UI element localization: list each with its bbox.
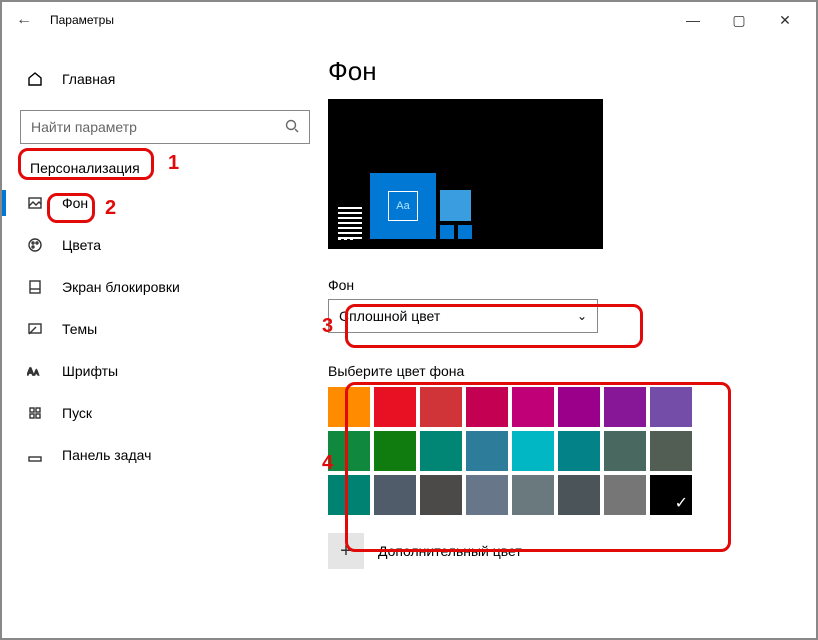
- color-swatch[interactable]: [650, 475, 692, 515]
- nav-icon: AA: [26, 363, 44, 379]
- back-button[interactable]: ←: [16, 11, 32, 29]
- svg-text:A: A: [27, 367, 34, 378]
- nav-label: Пуск: [62, 405, 92, 421]
- svg-text:A: A: [34, 370, 39, 377]
- add-custom-color-label: Дополнительный цвет: [378, 543, 522, 559]
- search-input[interactable]: Найти параметр: [20, 110, 310, 144]
- nav-label: Темы: [62, 321, 97, 337]
- background-dropdown-value: Сплошной цвет: [339, 308, 440, 324]
- color-swatch[interactable]: [650, 387, 692, 427]
- window-title: Параметры: [50, 13, 114, 27]
- nav-icon: [26, 279, 44, 295]
- home-icon: [26, 71, 44, 87]
- sidebar-category: Персонализация: [20, 154, 310, 182]
- sidebar-home-label: Главная: [62, 71, 115, 87]
- sidebar-nav: Фон Цвета Экран блокировки Темы AA Шрифты Пуск…: [2, 182, 328, 476]
- color-swatch[interactable]: [604, 431, 646, 471]
- nav-label: Панель задач: [62, 447, 151, 463]
- color-swatch[interactable]: [328, 431, 370, 471]
- color-swatch[interactable]: [604, 387, 646, 427]
- annotation-num-4: 4: [322, 452, 333, 475]
- sidebar-item-5[interactable]: Пуск: [2, 392, 328, 434]
- color-swatch[interactable]: [604, 475, 646, 515]
- page-title: Фон: [328, 56, 816, 87]
- sidebar-item-6[interactable]: Панель задач: [2, 434, 328, 476]
- search-placeholder: Найти параметр: [31, 119, 137, 135]
- nav-icon: [26, 405, 44, 421]
- sidebar-item-2[interactable]: Экран блокировки: [2, 266, 328, 308]
- background-dropdown-label: Фон: [328, 277, 816, 293]
- add-custom-color-button[interactable]: +: [328, 533, 364, 569]
- color-swatch[interactable]: [374, 387, 416, 427]
- sidebar-item-1[interactable]: Цвета: [2, 224, 328, 266]
- background-preview: Aa: [328, 99, 603, 249]
- color-swatch[interactable]: [420, 387, 462, 427]
- close-button[interactable]: ✕: [762, 5, 808, 35]
- nav-label: Фон: [62, 195, 88, 211]
- nav-icon: [26, 237, 44, 253]
- sidebar: Главная Найти параметр Персонализация Фо…: [2, 38, 328, 638]
- color-swatch[interactable]: [512, 387, 554, 427]
- color-swatch[interactable]: [512, 431, 554, 471]
- nav-label: Экран блокировки: [62, 279, 180, 295]
- titlebar: ← Параметры — ▢ ✕: [2, 2, 816, 38]
- content-pane: Фон Aa Фон Сплошной цвет ⌄: [328, 38, 816, 638]
- color-swatch[interactable]: [512, 475, 554, 515]
- color-swatch[interactable]: [420, 431, 462, 471]
- color-swatch[interactable]: [466, 431, 508, 471]
- maximize-button[interactable]: ▢: [716, 5, 762, 35]
- nav-icon: [26, 195, 44, 211]
- nav-icon: [26, 321, 44, 337]
- annotation-num-2: 2: [105, 197, 116, 220]
- color-swatch[interactable]: [374, 475, 416, 515]
- color-swatch[interactable]: [558, 475, 600, 515]
- color-swatch[interactable]: [420, 475, 462, 515]
- color-swatch[interactable]: [328, 387, 370, 427]
- palette-label: Выберите цвет фона: [328, 363, 816, 379]
- color-swatch[interactable]: [558, 431, 600, 471]
- nav-icon: [26, 447, 44, 463]
- search-icon: [285, 119, 299, 136]
- settings-window: ← Параметры — ▢ ✕ Главная Найти параметр: [0, 0, 818, 640]
- annotation-num-1: 1: [168, 152, 179, 175]
- annotation-num-3: 3: [322, 315, 333, 338]
- background-dropdown[interactable]: Сплошной цвет ⌄: [328, 299, 598, 333]
- color-swatch[interactable]: [466, 387, 508, 427]
- color-swatch[interactable]: [328, 475, 370, 515]
- color-swatch[interactable]: [558, 387, 600, 427]
- minimize-button[interactable]: —: [670, 5, 716, 35]
- sidebar-item-0[interactable]: Фон: [2, 182, 328, 224]
- nav-label: Цвета: [62, 237, 101, 253]
- nav-label: Шрифты: [62, 363, 118, 379]
- color-swatch[interactable]: [374, 431, 416, 471]
- preview-aa-label: Aa: [388, 191, 418, 221]
- sidebar-item-3[interactable]: Темы: [2, 308, 328, 350]
- color-swatch[interactable]: [466, 475, 508, 515]
- color-palette: [328, 387, 816, 515]
- sidebar-item-4[interactable]: AA Шрифты: [2, 350, 328, 392]
- sidebar-home[interactable]: Главная: [2, 60, 328, 98]
- chevron-down-icon: ⌄: [577, 309, 587, 323]
- color-swatch[interactable]: [650, 431, 692, 471]
